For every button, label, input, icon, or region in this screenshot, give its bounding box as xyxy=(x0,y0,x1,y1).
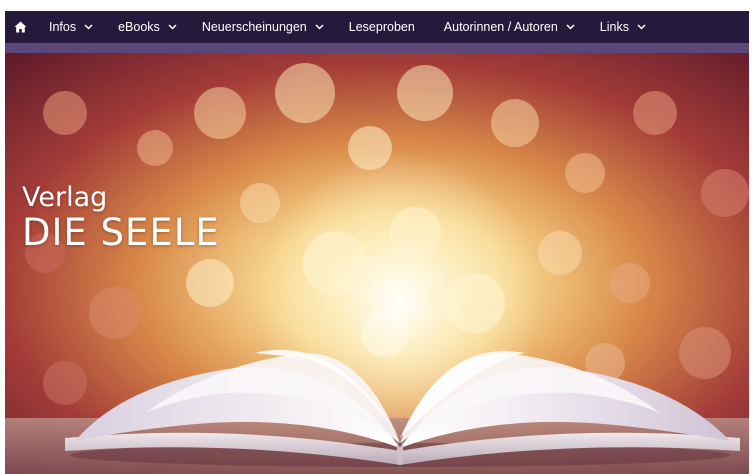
home-icon xyxy=(14,21,26,33)
nav-item-infos[interactable]: Infos xyxy=(49,11,93,43)
nav-item-label: Neuerscheinungen xyxy=(201,20,307,34)
nav-item-ebooks[interactable]: eBooks xyxy=(118,11,177,43)
nav-item-label: Leseproben xyxy=(348,20,415,34)
nav-item-label: Autorinnen / Autoren xyxy=(443,20,558,34)
hero-banner: Verlag DIE SEELE xyxy=(5,53,749,474)
home-link[interactable] xyxy=(7,11,33,43)
nav-item-leseproben[interactable]: Leseproben xyxy=(349,11,415,43)
hero-title-line2: DIE SEELE xyxy=(22,211,220,254)
nav-item-autorinnen-autoren[interactable]: Autorinnen / Autoren xyxy=(444,11,575,43)
main-navigation: Infos eBooks Neuerscheinungen Leseproben… xyxy=(5,11,749,43)
nav-item-label: eBooks xyxy=(118,20,160,34)
nav-item-label: Infos xyxy=(49,20,77,34)
nav-item-neuerscheinungen[interactable]: Neuerscheinungen xyxy=(202,11,324,43)
nav-item-links[interactable]: Links xyxy=(600,11,646,43)
hero-title-line1: Verlag xyxy=(22,182,108,213)
chevron-down-icon xyxy=(84,24,93,30)
chevron-down-icon xyxy=(168,24,177,30)
chevron-down-icon xyxy=(315,24,324,30)
page-frame: Infos eBooks Neuerscheinungen Leseproben… xyxy=(5,11,749,474)
nav-accent-bar xyxy=(5,43,749,53)
hero-title: Verlag DIE SEELE xyxy=(22,183,220,253)
nav-item-label: Links xyxy=(599,20,629,34)
chevron-down-icon xyxy=(566,24,575,30)
open-book-bokeh-image xyxy=(5,53,749,474)
chevron-down-icon xyxy=(637,24,646,30)
